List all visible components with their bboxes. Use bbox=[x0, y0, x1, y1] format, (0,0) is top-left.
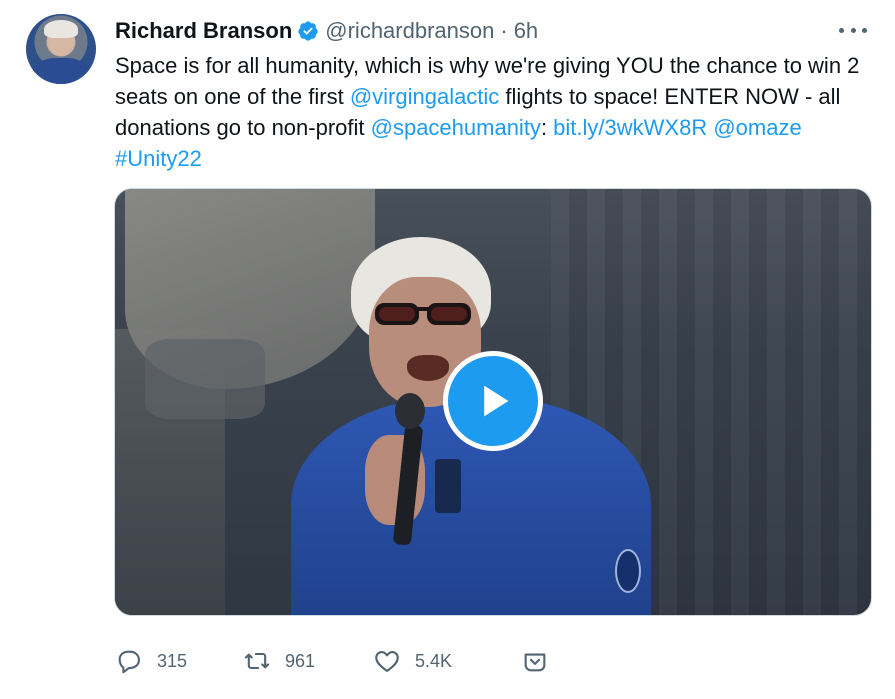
tweet-header: Richard Branson @richardbranson · 6h bbox=[115, 16, 538, 46]
more-dot bbox=[839, 27, 844, 33]
avatar[interactable] bbox=[26, 14, 96, 84]
share-icon bbox=[524, 653, 546, 672]
avatar-suit bbox=[32, 58, 90, 84]
tweet-text: Space is for all humanity, which is why … bbox=[115, 50, 875, 174]
video-background bbox=[145, 339, 265, 419]
tweet-text-segment: : bbox=[540, 115, 554, 140]
play-icon bbox=[484, 385, 509, 417]
video-player[interactable] bbox=[114, 188, 872, 616]
reply-icon bbox=[118, 650, 140, 674]
reply-count: 315 bbox=[157, 650, 188, 671]
video-suit-patch bbox=[435, 459, 461, 513]
mention-link[interactable]: @spacehumanity bbox=[371, 115, 541, 140]
retweet-icon bbox=[244, 652, 270, 670]
tweet[interactable]: Richard Branson @richardbranson · 6h Spa… bbox=[0, 0, 895, 699]
reply-button[interactable]: 315 bbox=[115, 644, 187, 678]
heart-icon bbox=[375, 650, 399, 672]
avatar-hair bbox=[44, 20, 78, 38]
like-button[interactable]: 5.4K bbox=[373, 644, 452, 678]
mention-link[interactable]: @omaze bbox=[713, 115, 801, 140]
tweet-actions: 315 961 5.4K bbox=[115, 644, 555, 678]
retweet-button[interactable]: 961 bbox=[243, 644, 315, 678]
more-options-icon[interactable] bbox=[839, 18, 867, 42]
url-link[interactable]: bit.ly/3wkWX8R bbox=[553, 115, 707, 140]
video-person-sunglasses bbox=[375, 303, 471, 325]
author-handle[interactable]: @richardbranson bbox=[325, 18, 494, 44]
verified-badge-icon bbox=[297, 20, 319, 42]
more-dot bbox=[850, 27, 856, 33]
hashtag-link[interactable]: #Unity22 bbox=[115, 146, 202, 171]
retweet-count: 961 bbox=[285, 650, 316, 671]
video-microphone bbox=[395, 393, 425, 429]
video-person-mouth bbox=[407, 355, 449, 381]
play-button[interactable] bbox=[443, 351, 543, 451]
more-dot bbox=[862, 27, 867, 33]
mention-link[interactable]: @virgingalactic bbox=[350, 84, 500, 109]
author-name[interactable]: Richard Branson bbox=[115, 18, 292, 44]
video-suit-badge bbox=[615, 549, 641, 593]
like-count: 5.4K bbox=[415, 650, 453, 671]
share-button[interactable] bbox=[521, 644, 549, 678]
separator-dot: · bbox=[500, 18, 508, 43]
tweet-timestamp[interactable]: 6h bbox=[514, 18, 538, 44]
